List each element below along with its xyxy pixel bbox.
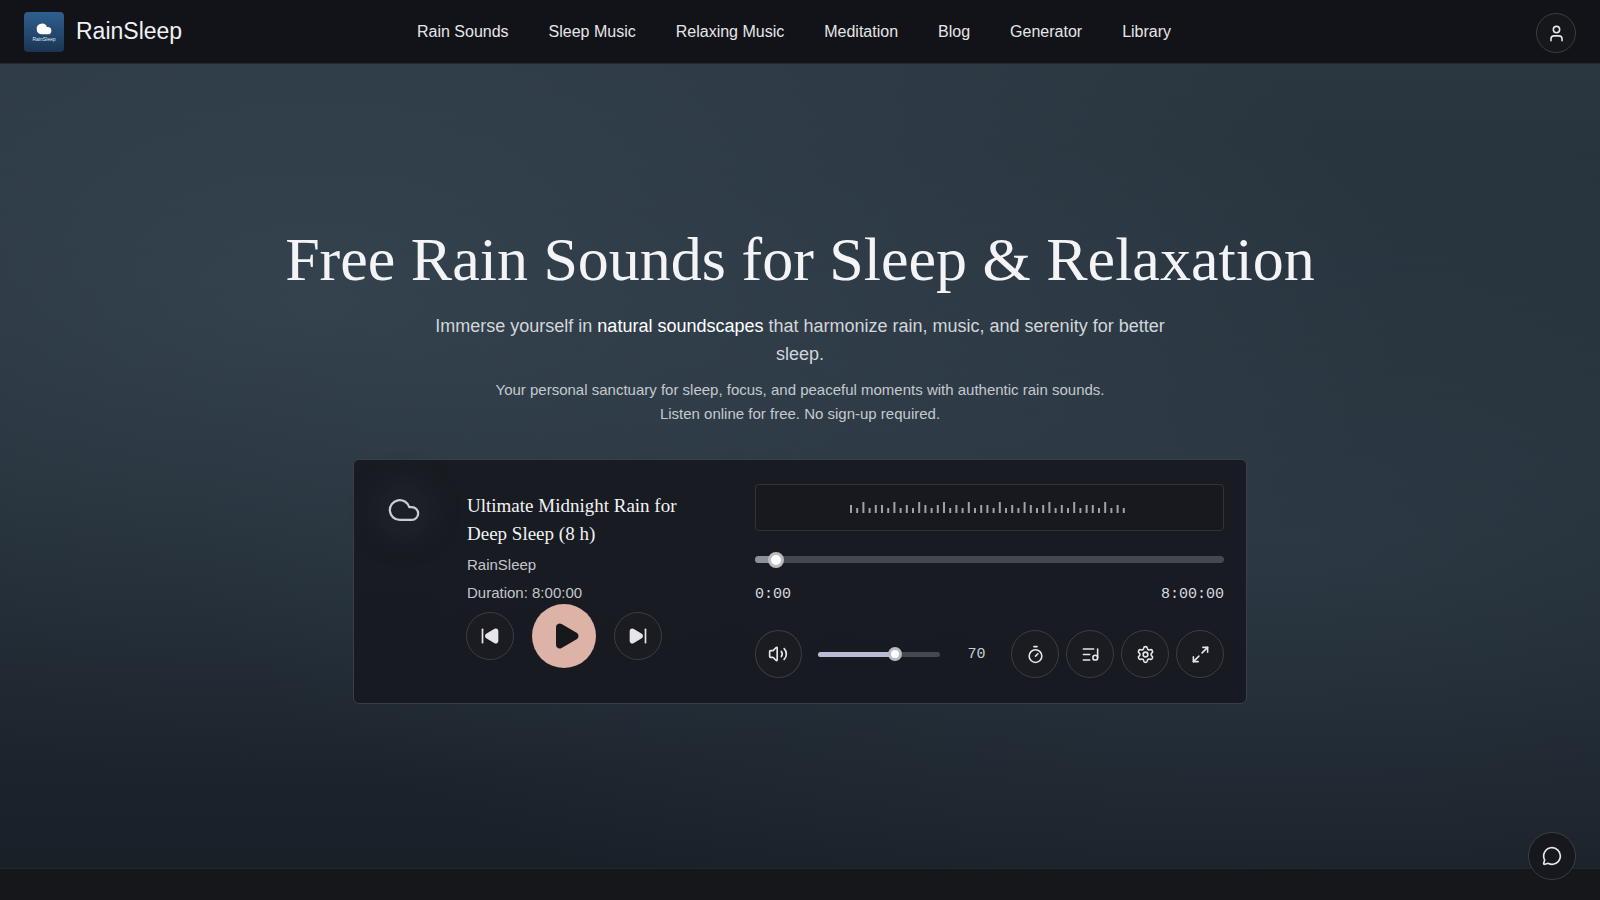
waveform-box	[755, 484, 1224, 531]
track-artwork	[378, 484, 430, 536]
footer	[0, 868, 1600, 900]
nav-link[interactable]: Rain Sounds	[417, 23, 509, 41]
volume-slider-fill	[818, 652, 895, 657]
volume-icon	[768, 644, 788, 664]
play-button[interactable]	[532, 604, 596, 668]
next-button[interactable]	[614, 612, 662, 660]
gear-icon	[1136, 645, 1155, 664]
chat-button[interactable]	[1528, 832, 1576, 880]
sleep-timer-button[interactable]	[1011, 630, 1059, 678]
play-icon	[551, 621, 581, 651]
track-artist: RainSleep	[467, 554, 707, 576]
player-card: Ultimate Midnight Rain for Deep Sleep (8…	[353, 459, 1247, 704]
brand-name: RainSleep	[76, 18, 182, 45]
nav-link[interactable]: Sleep Music	[549, 23, 636, 41]
player-right: 0:00 8:00:00 70	[755, 484, 1224, 679]
volume-wrap	[818, 652, 946, 657]
track-info: Ultimate Midnight Rain for Deep Sleep (8…	[467, 484, 707, 604]
subtitle-highlight: natural soundscapes	[597, 316, 763, 336]
player-left: Ultimate Midnight Rain for Deep Sleep (8…	[378, 484, 738, 679]
skip-forward-icon	[628, 626, 648, 646]
user-icon	[1547, 24, 1566, 43]
elapsed-time: 0:00	[755, 585, 791, 605]
volume-slider[interactable]	[818, 652, 940, 657]
skip-back-icon	[480, 626, 500, 646]
progress-slider-thumb[interactable]	[768, 552, 784, 568]
page: RainSleep RainSleep Rain Sounds Sleep Music…	[0, 0, 1600, 900]
fullscreen-button[interactable]	[1176, 630, 1224, 678]
time-row: 0:00 8:00:00	[755, 585, 1224, 605]
main-nav: Rain Sounds Sleep Music Relaxing Music Medi…	[312, 23, 1276, 41]
hero-title: Free Rain Sounds for Sleep & Relaxation	[285, 222, 1315, 296]
nav-link[interactable]: Generator	[1010, 23, 1082, 41]
playlist-button[interactable]	[1066, 630, 1114, 678]
track-duration: Duration: 8:00:00	[467, 582, 707, 604]
progress-wrap	[755, 556, 1224, 563]
track-info-row: Ultimate Midnight Rain for Deep Sleep (8…	[378, 484, 738, 604]
chat-icon	[1542, 846, 1562, 866]
progress-slider[interactable]	[755, 556, 1224, 563]
track-title: Ultimate Midnight Rain for Deep Sleep (8…	[467, 492, 707, 548]
total-time: 8:00:00	[1161, 585, 1224, 605]
account-button[interactable]	[1536, 13, 1576, 53]
brand[interactable]: RainSleep RainSleep	[24, 12, 324, 52]
logo-cloud-icon	[36, 21, 52, 37]
hero-subtitle: Immerse yourself in natural soundscapes …	[430, 312, 1170, 368]
waveform-icon	[850, 501, 1129, 515]
control-row: 70	[755, 630, 1224, 678]
logo: RainSleep	[24, 12, 64, 52]
tool-group	[1011, 630, 1224, 678]
header: RainSleep RainSleep Rain Sounds Sleep Music…	[0, 0, 1600, 64]
logo-caption: RainSleep	[32, 37, 55, 42]
nav-link[interactable]: Library	[1122, 23, 1171, 41]
volume-slider-thumb[interactable]	[888, 647, 902, 661]
playlist-icon	[1081, 645, 1100, 664]
description-line: Listen online for free. No sign-up requi…	[660, 402, 940, 426]
previous-button[interactable]	[466, 612, 514, 660]
description-line: Your personal sanctuary for sleep, focus…	[496, 378, 1105, 402]
timer-icon	[1026, 645, 1045, 664]
expand-icon	[1191, 645, 1210, 664]
transport-controls	[378, 604, 738, 668]
mute-button[interactable]	[755, 630, 802, 678]
nav-link[interactable]: Blog	[938, 23, 970, 41]
settings-button[interactable]	[1121, 630, 1169, 678]
nav-link[interactable]: Relaxing Music	[676, 23, 784, 41]
hero: Free Rain Sounds for Sleep & Relaxation I…	[0, 64, 1600, 868]
cloud-icon	[387, 493, 421, 527]
volume-reading: 70	[954, 646, 999, 663]
nav-link[interactable]: Meditation	[824, 23, 898, 41]
hero-description: Your personal sanctuary for sleep, focus…	[496, 378, 1105, 426]
